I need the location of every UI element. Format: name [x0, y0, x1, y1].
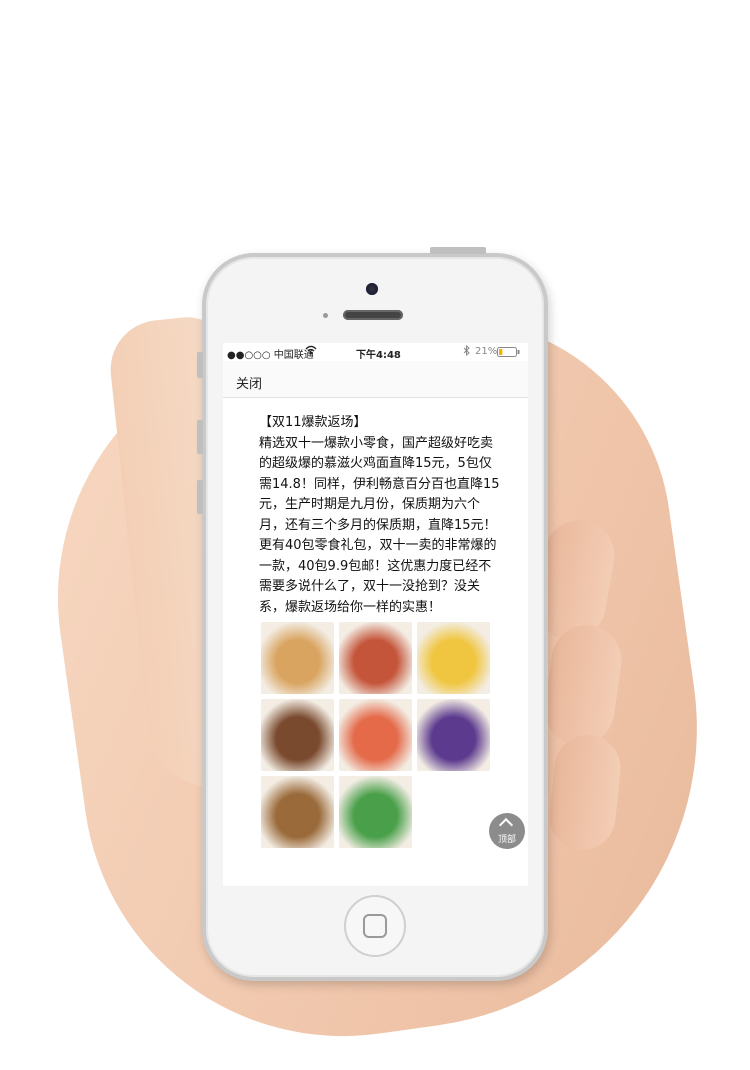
- earpiece-speaker: [343, 310, 403, 320]
- home-button-square-icon: [363, 914, 387, 938]
- proximity-sensor: [323, 313, 328, 318]
- front-camera: [366, 283, 378, 295]
- phone-mute-switch: [197, 352, 203, 378]
- wifi-icon: [305, 345, 317, 358]
- article-content: 【双11爆款返场】 精选双十一爆款小零食，国产超级好吃卖的超级爆的慕滋火鸡面直降…: [259, 413, 501, 618]
- phone-volume-up: [197, 420, 203, 454]
- product-image-chocolate-candy[interactable]: [417, 699, 490, 771]
- battery-icon: [497, 347, 521, 360]
- nav-bar: 关闭: [223, 361, 528, 398]
- article-body: 精选双十一爆款小零食，国产超级好吃卖的超级爆的慕滋火鸡面直降15元，5包仅需14…: [259, 435, 500, 615]
- status-bar: ●●○○○ 中国联通 下午4:48 21%: [223, 343, 528, 361]
- product-image-chocolate-cake[interactable]: [261, 699, 334, 771]
- chevron-up-icon: [498, 817, 514, 833]
- product-image-bread[interactable]: [261, 776, 334, 848]
- product-image-noodles[interactable]: [339, 622, 412, 694]
- carrier-label: ●●○○○ 中国联通: [227, 350, 314, 361]
- product-image-wafer-snacks[interactable]: [417, 622, 490, 694]
- back-to-top-button[interactable]: 顶部: [489, 813, 525, 849]
- phone-volume-down: [197, 480, 203, 514]
- phone-top-button: [430, 247, 486, 254]
- battery-percent: 21%: [475, 346, 498, 357]
- status-time: 下午4:48: [356, 350, 401, 361]
- product-image-snack-gift-pack[interactable]: [339, 699, 412, 771]
- product-image-yogurt-drink[interactable]: [339, 776, 412, 848]
- bluetooth-icon: [463, 344, 470, 359]
- article-title: 【双11爆款返场】: [259, 415, 367, 430]
- product-image-snack-balls[interactable]: [261, 622, 334, 694]
- back-to-top-label: 顶部: [497, 835, 516, 845]
- close-button[interactable]: 关闭: [236, 373, 262, 392]
- phone-screen: ●●○○○ 中国联通 下午4:48 21% 关闭 【双11爆款返场】 精选双十一…: [223, 343, 528, 886]
